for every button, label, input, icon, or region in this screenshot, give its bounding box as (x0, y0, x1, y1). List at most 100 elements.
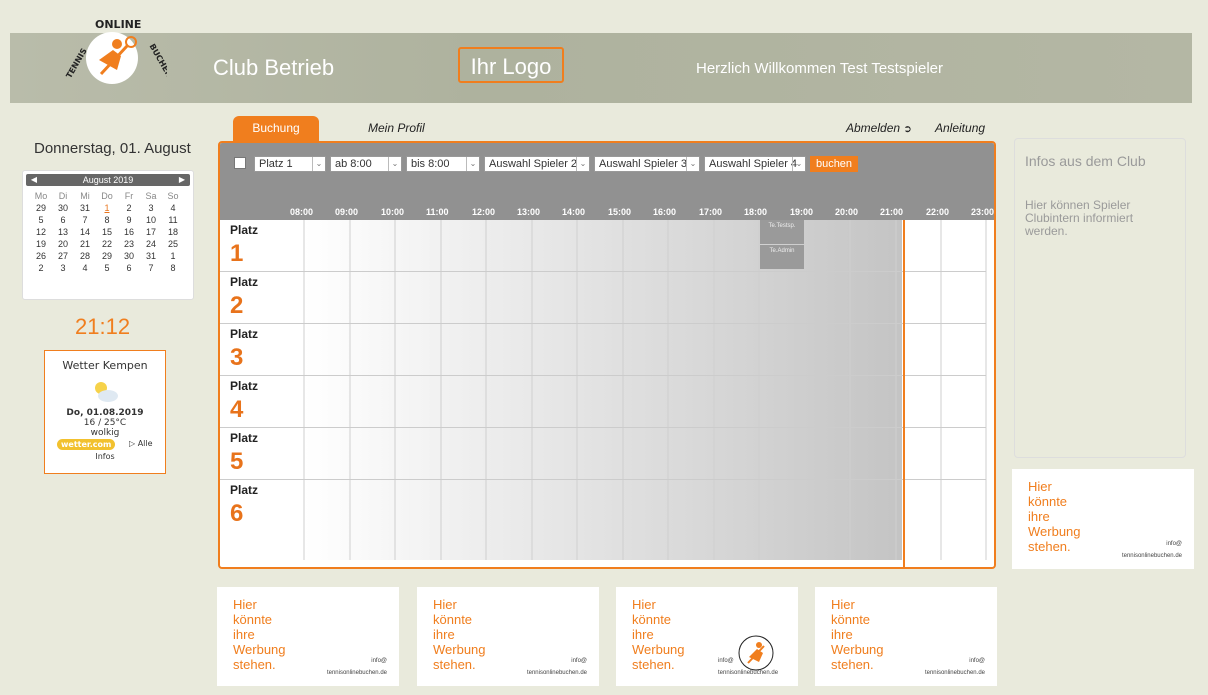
court-select-value: Platz 1 (259, 158, 293, 170)
weather-title: Wetter Kempen (62, 359, 148, 372)
calendar-day[interactable]: 7 (140, 262, 162, 274)
court-number: 1 (230, 240, 244, 267)
calendar-day[interactable]: 1 (162, 250, 184, 262)
prev-month-icon[interactable]: ◀ (29, 174, 39, 186)
calendar-day[interactable]: 18 (162, 226, 184, 238)
calendar-day[interactable]: 10 (140, 214, 162, 226)
calendar-day[interactable]: 26 (30, 250, 52, 262)
court-row[interactable]: Platz 4 (220, 376, 986, 428)
logout-link[interactable]: Abmelden ➲ (846, 121, 912, 135)
booking-slot[interactable]: Te.Admin (760, 245, 804, 269)
calendar-day[interactable]: 30 (52, 202, 74, 214)
calendar-day[interactable]: 25 (162, 238, 184, 250)
anleitung-link[interactable]: Anleitung (935, 121, 985, 135)
calendar-day[interactable]: 2 (118, 202, 140, 214)
tab-buchung[interactable]: Buchung (233, 116, 319, 142)
calendar-day[interactable]: 19 (30, 238, 52, 250)
court-row[interactable]: Platz 5 (220, 428, 986, 480)
brand-logo[interactable]: ONLINE TENNIS BUCHEN (57, 14, 174, 98)
calendar-day[interactable]: 29 (30, 202, 52, 214)
calendar-day-today[interactable]: 1 (96, 202, 118, 214)
tab-mein-profil[interactable]: Mein Profil (368, 121, 425, 135)
next-month-icon[interactable]: ▶ (177, 174, 187, 186)
end-time-select[interactable]: bis 8:00 ⌄ (406, 156, 480, 172)
player4-select[interactable]: Auswahl Spieler 4 ⌄ (704, 156, 806, 172)
weather-infos-link[interactable]: Infos (45, 452, 165, 461)
header-banner (10, 33, 1192, 103)
ad-banner[interactable]: Hier könnte ihre Werbung stehen. info@ tenni… (815, 587, 997, 686)
calendar-day[interactable]: 21 (74, 238, 96, 250)
calendar-day[interactable]: 27 (52, 250, 74, 262)
court-label: Platz (230, 327, 259, 341)
hour-label: 17:00 (699, 207, 723, 217)
logout-label: Abmelden (846, 121, 901, 135)
calendar-day[interactable]: 7 (74, 214, 96, 226)
calendar-month: August 2019 (82, 175, 134, 185)
calendar-day[interactable]: 4 (74, 262, 96, 274)
hour-label: 16:00 (653, 207, 677, 217)
calendar-day[interactable]: 28 (74, 250, 96, 262)
welcome-text: Herzlich Willkommen Test Testspieler (696, 60, 944, 77)
calendar-day[interactable]: 29 (96, 250, 118, 262)
weekday: Mi (80, 191, 90, 201)
calendar-day[interactable]: 15 (96, 226, 118, 238)
calendar-day[interactable]: 17 (140, 226, 162, 238)
ad-line: könnte (632, 612, 672, 627)
ad-banner[interactable]: Hier könnte ihre Werbung stehen. info@ tenni… (1012, 469, 1194, 569)
hour-label: 21:00 (880, 207, 904, 217)
club-logo-placeholder: Ihr Logo (458, 47, 564, 83)
court-select[interactable]: Platz 1 ⌄ (254, 156, 326, 172)
weather-condition: wolkig (90, 428, 120, 438)
book-button[interactable]: buchen (810, 156, 858, 172)
player3-select[interactable]: Auswahl Spieler 3 ⌄ (594, 156, 700, 172)
calendar-day[interactable]: 3 (140, 202, 162, 214)
calendar-day[interactable]: 8 (162, 262, 184, 274)
ad-banner[interactable]: Hier könnte ihre Werbung stehen. info@ tenni… (616, 587, 798, 686)
player2-select[interactable]: Auswahl Spieler 2 ⌄ (484, 156, 590, 172)
booking-slot[interactable]: Te.Testsp. (760, 220, 804, 244)
ad-contact: tennisonlinebuchen.de (526, 670, 587, 676)
calendar-day[interactable]: 2 (30, 262, 52, 274)
calendar-day[interactable]: 22 (96, 238, 118, 250)
court-row[interactable]: Platz 2 (220, 272, 986, 324)
calendar-day[interactable]: 5 (30, 214, 52, 226)
calendar-day[interactable]: 12 (30, 226, 52, 238)
calendar-day[interactable]: 3 (52, 262, 74, 274)
ad-line: könnte (1028, 494, 1068, 509)
ad-banner[interactable]: Hier könnte ihre Werbung stehen. info@ tenni… (417, 587, 599, 686)
ad-line: Werbung (1028, 524, 1081, 539)
calendar-day[interactable]: 31 (74, 202, 96, 214)
calendar-day[interactable]: 9 (118, 214, 140, 226)
calendar-day[interactable]: 6 (118, 262, 140, 274)
select-checkbox[interactable] (234, 157, 246, 169)
start-time-select[interactable]: ab 8:00 ⌄ (330, 156, 402, 172)
calendar-day[interactable]: 6 (52, 214, 74, 226)
start-time-value: ab 8:00 (335, 158, 372, 170)
weather-all-link[interactable]: ▷ Alle (129, 439, 153, 448)
hour-label: 23:00 (971, 207, 995, 217)
calendar-day[interactable]: 23 (118, 238, 140, 250)
court-row[interactable]: Platz 6 (220, 480, 986, 567)
calendar-day[interactable]: 16 (118, 226, 140, 238)
wetter-com-logo[interactable]: wetter.com (57, 439, 116, 450)
calendar-day[interactable]: 13 (52, 226, 74, 238)
ad-line: stehen. (1028, 539, 1071, 554)
calendar-day[interactable]: 30 (118, 250, 140, 262)
calendar-day[interactable]: 31 (140, 250, 162, 262)
ad-banner[interactable]: Hier könnte ihre Werbung stehen. info@ tenni… (217, 587, 399, 686)
ad-line: Hier (831, 597, 855, 612)
calendar-day[interactable]: 14 (74, 226, 96, 238)
calendar-day[interactable]: 5 (96, 262, 118, 274)
ad-contact: info@ (371, 658, 387, 664)
ad-line: ihre (433, 627, 455, 642)
calendar-day[interactable]: 8 (96, 214, 118, 226)
calendar-day[interactable]: 11 (162, 214, 184, 226)
court-row[interactable]: Platz 1 (220, 220, 986, 272)
mini-calendar: ◀ August 2019 ▶ Mo Di Mi Do Fr Sa So 29 30 31 1 2 3… (22, 170, 194, 300)
club-info-text: Hier können Spieler Clubintern informier… (1025, 198, 1134, 238)
calendar-day[interactable]: 24 (140, 238, 162, 250)
calendar-day[interactable]: 20 (52, 238, 74, 250)
weekday: So (167, 191, 179, 201)
court-row[interactable]: Platz 3 (220, 324, 986, 376)
calendar-day[interactable]: 4 (162, 202, 184, 214)
